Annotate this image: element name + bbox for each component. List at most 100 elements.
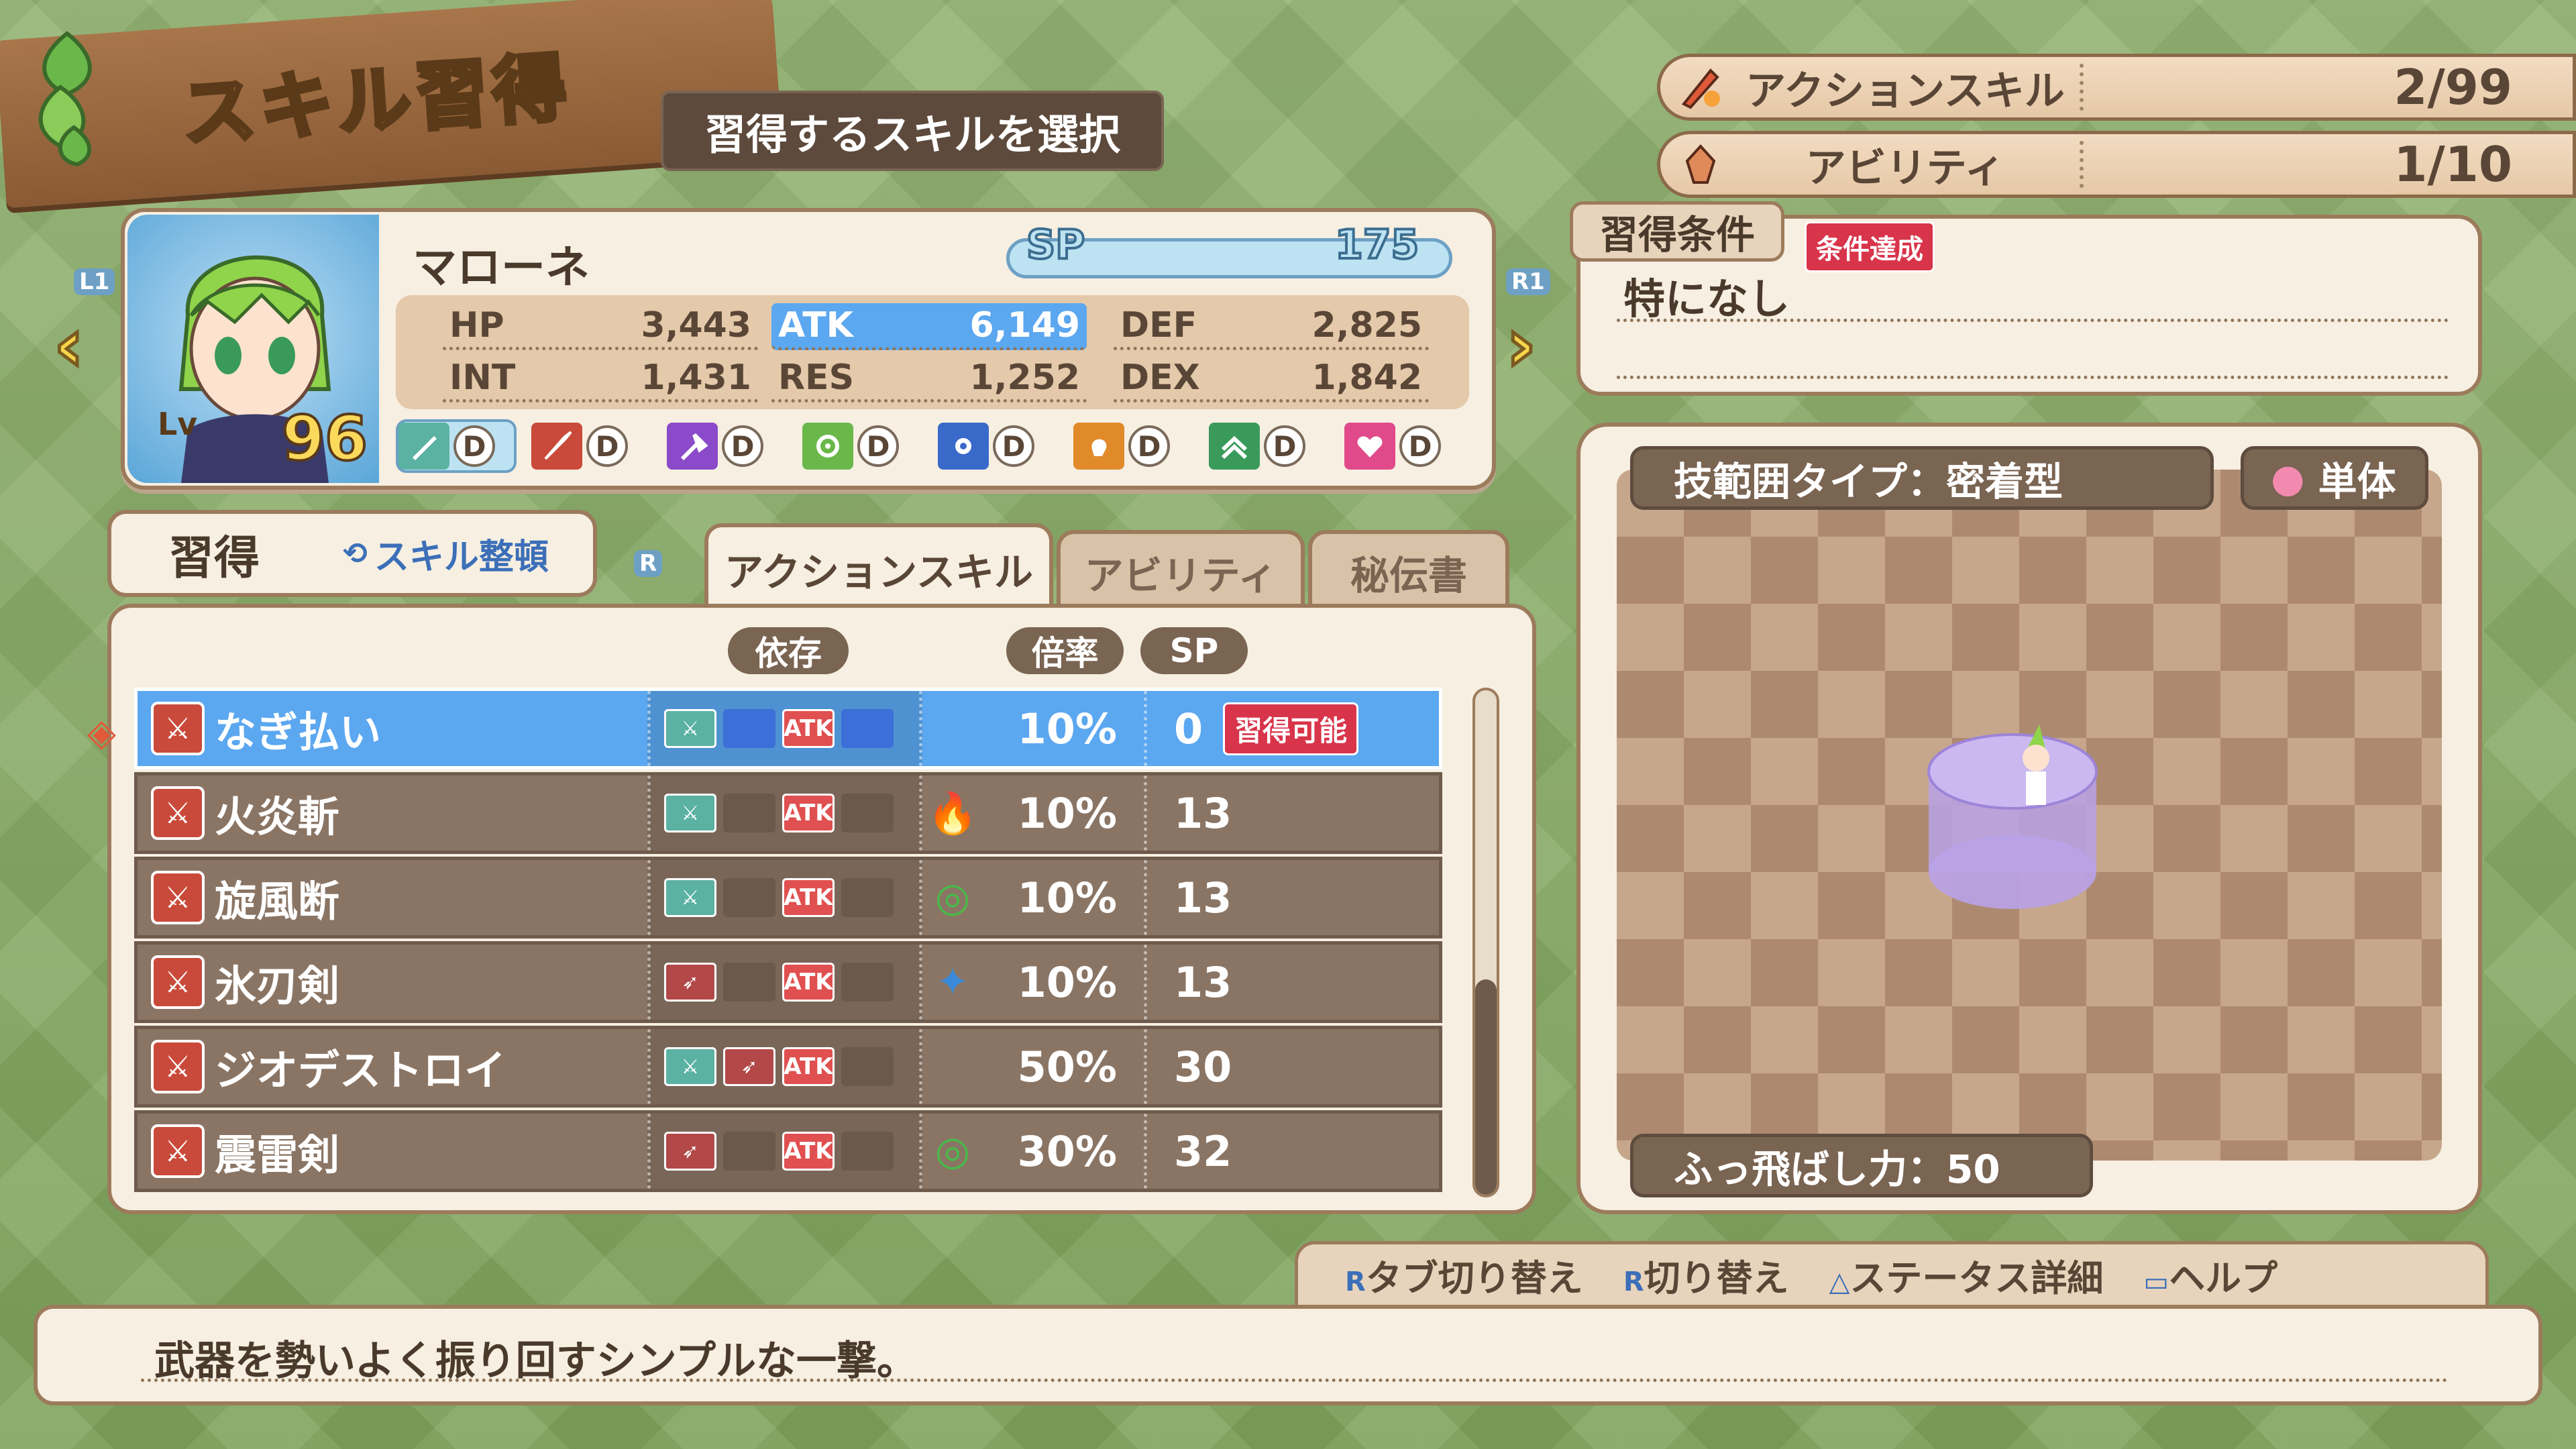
header-dependency: 依存	[728, 627, 849, 674]
empty-dependency-slot	[841, 709, 894, 748]
leaf-icon	[38, 31, 92, 167]
skill-row[interactable]: ⚔ 旋風断 ⚔ ATK ◎ 10% 13	[134, 857, 1442, 938]
sword-icon: ⚔	[664, 1047, 716, 1086]
weapon-bow[interactable]: D	[802, 419, 923, 473]
skill-dependency: ⚔ ATK	[647, 860, 922, 935]
stat-def: DEF 2,825	[1114, 303, 1429, 350]
skill-row[interactable]: ⚔ 火炎斬 ⚔ ATK 🔥 10% 13	[134, 772, 1442, 854]
range-cylinder	[1927, 724, 2098, 909]
sword-icon: ⚔	[664, 878, 716, 917]
help-tab-switch[interactable]: Rタブ切り替え	[1345, 1248, 1583, 1301]
stat-atk: ATK 6,149	[771, 303, 1087, 350]
sp-value: 175	[1334, 220, 1420, 270]
skill-dependency: ➶ ATK	[647, 1114, 922, 1189]
spear-icon: ➶	[664, 1132, 716, 1171]
tab-secret-book[interactable]: 秘伝書	[1308, 530, 1509, 610]
sp-label: SP	[1025, 220, 1086, 270]
empty-dependency-slot	[841, 794, 894, 833]
axe-icon	[667, 423, 718, 470]
ability-count: アビリティ 1/10	[1657, 131, 2576, 198]
weapon-axe[interactable]: D	[667, 419, 788, 473]
skill-row[interactable]: ⚔ なぎ払い ⚔ ATK 10% 0 習得可能	[134, 688, 1442, 769]
ice-icon: ✦	[935, 959, 970, 1006]
cursor-icon: ◈	[87, 711, 117, 755]
atk-dependency-tag: ATK	[782, 963, 835, 1002]
weapon-sword[interactable]: D	[396, 419, 517, 473]
range-type-label: 技範囲タイプ：密着型	[1630, 446, 2214, 510]
skill-name: なぎ払い	[215, 708, 382, 757]
skill-row[interactable]: ⚔ ジオデストロイ ⚔ ➶ ATK 50% 30	[134, 1026, 1442, 1108]
skill-type-icon: ⚔	[151, 1124, 205, 1178]
skill-name: 旋風断	[215, 877, 340, 926]
sword-icon: ⚔	[664, 794, 716, 833]
skill-dependency: ⚔ ATK	[647, 691, 922, 766]
learnable-badge: 習得可能	[1223, 702, 1359, 755]
weapon-fist[interactable]: D	[1073, 419, 1194, 473]
skill-rate: 30%	[1017, 1126, 1117, 1176]
skill-rate: 10%	[1017, 704, 1117, 753]
skill-sp-cost: 30	[1144, 1029, 1439, 1104]
header-rate: 倍率	[1006, 627, 1124, 674]
empty-dependency-slot	[723, 794, 775, 833]
level-value: 96	[280, 401, 369, 476]
skill-name: 氷刃剣	[215, 961, 340, 1010]
prev-character-arrow[interactable]: ‹	[52, 301, 85, 390]
atk-dependency-tag: ATK	[782, 878, 835, 917]
skill-rate: 50%	[1017, 1042, 1117, 1091]
skill-sp-cost: 13	[1144, 945, 1439, 1020]
sword-icon: ⚔	[664, 709, 716, 748]
skill-dependency: ⚔ ➶ ATK	[647, 1029, 922, 1104]
skill-description: 武器を勢いよく振り回すシンプルな一撃。	[154, 1338, 917, 1385]
sort-skills-button[interactable]: スキル整頓	[374, 529, 549, 579]
wind-icon: ◎	[934, 1128, 971, 1175]
empty-dependency-slot	[723, 963, 775, 1002]
weapon-heart[interactable]: D	[1344, 419, 1465, 473]
bow-icon	[802, 423, 853, 470]
spear-icon: ➶	[664, 963, 716, 1002]
empty-dependency-slot	[723, 1132, 775, 1171]
skill-sp-cost: 13	[1144, 775, 1439, 851]
help-help[interactable]: ▭ヘルプ	[2143, 1248, 2277, 1301]
empty-dependency-slot	[723, 878, 775, 917]
skill-rate: 10%	[1017, 957, 1117, 1007]
skill-dependency: ⚔ ATK	[647, 775, 922, 851]
weapon-spear[interactable]: D	[531, 419, 652, 473]
skill-name: 震雷剣	[215, 1130, 340, 1179]
help-status-detail[interactable]: △ステータス詳細	[1829, 1248, 2104, 1301]
skill-sp-cost: 0 習得可能	[1144, 691, 1439, 766]
stats-box: HP 3,443 ATK 6,149 DEF 2,825 INT 1,431 RES 1,…	[396, 295, 1469, 409]
spear-icon: ➶	[723, 1047, 775, 1086]
scrollbar-thumb[interactable]	[1475, 979, 1497, 1195]
sort-button-icon: ⟲	[343, 536, 368, 571]
stat-dex: DEX 1,842	[1114, 356, 1429, 402]
weapon-gun[interactable]: D	[938, 419, 1059, 473]
empty-dependency-slot	[723, 709, 775, 748]
page-subtitle: 習得するスキルを選択	[661, 91, 1164, 171]
target-type-label: ● 単体	[2241, 446, 2428, 510]
skill-rate: 10%	[1017, 788, 1117, 838]
skill-dependency: ➶ ATK	[647, 945, 922, 1020]
atk-dependency-tag: ATK	[782, 1047, 835, 1086]
skill-name: 火炎斬	[215, 792, 340, 841]
help-switch[interactable]: R切り替え	[1623, 1248, 1789, 1301]
skill-row[interactable]: ⚔ 震雷剣 ➶ ATK ◎ 30% 32	[134, 1110, 1442, 1192]
learn-label: 習得	[168, 531, 260, 585]
gun-icon	[938, 423, 989, 470]
weapon-staff[interactable]: D	[1209, 419, 1330, 473]
stat-hp: HP 3,443	[443, 303, 758, 350]
tab-action-skill[interactable]: アクションスキル	[704, 523, 1053, 610]
next-character-arrow[interactable]: ›	[1504, 301, 1538, 390]
stat-int: INT 1,431	[443, 356, 758, 402]
atk-dependency-tag: ATK	[782, 709, 835, 748]
empty-dependency-slot	[841, 1132, 894, 1171]
skill-type-icon: ⚔	[151, 786, 205, 840]
staff-icon	[1209, 423, 1260, 470]
condition-text: 特になし	[1623, 274, 1790, 323]
skill-type-icon: ⚔	[151, 871, 205, 924]
skill-row[interactable]: ⚔ 氷刃剣 ➶ ATK ✦ 10% 13	[134, 941, 1442, 1023]
wind-icon: ◎	[934, 874, 971, 921]
tab-ability[interactable]: アビリティ	[1057, 530, 1305, 610]
flame-sword-icon	[1670, 60, 1731, 114]
spear-icon	[531, 423, 582, 470]
skill-type-icon: ⚔	[151, 702, 205, 755]
